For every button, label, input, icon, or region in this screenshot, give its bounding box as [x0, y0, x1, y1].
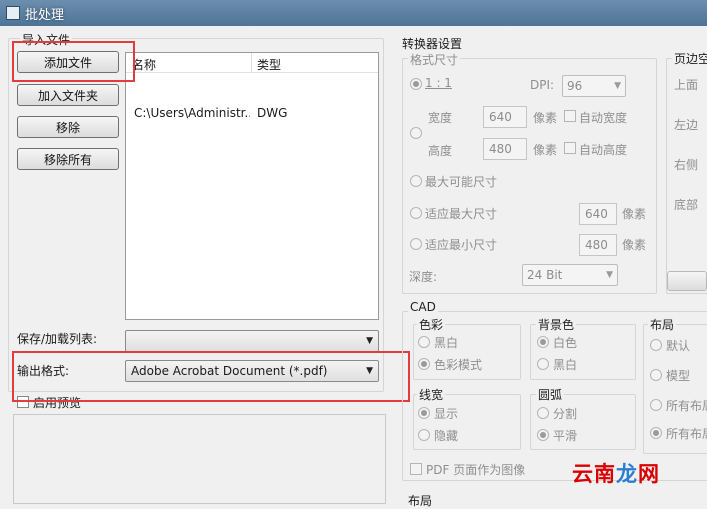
file-list-header: 名称 类型 [126, 53, 378, 73]
margin-left-label: 左边 [674, 118, 699, 132]
color-bw-label: 黑白 [434, 336, 459, 350]
color-bw-radio[interactable] [418, 336, 430, 348]
custom-size-radio[interactable] [410, 127, 422, 139]
dpi-value: 96 [567, 79, 583, 93]
preview-pane [13, 414, 386, 504]
layout-all-radio[interactable] [650, 399, 662, 411]
watermark-text-c: 网 [638, 462, 660, 486]
cad-label: CAD [408, 300, 438, 314]
width-input[interactable]: 640 [483, 106, 527, 128]
margin-bottom-label: 底部 [674, 198, 699, 212]
line-width-hide-label: 隐藏 [434, 429, 459, 443]
save-load-list-label: 保存/加载列表: [17, 332, 98, 346]
fit-min-radio[interactable] [410, 238, 422, 250]
remove-all-button[interactable]: 移除所有 [17, 148, 119, 170]
auto-width-checkbox[interactable] [564, 110, 576, 122]
layout-label: 布局 [648, 316, 677, 333]
depth-label: 深度: [409, 270, 438, 284]
layout-default-radio[interactable] [650, 339, 662, 351]
chevron-down-icon: ▼ [606, 270, 613, 280]
layout-all-label: 所有布局 [666, 399, 707, 413]
fit-max-unit: 像素 [622, 207, 647, 221]
height-input[interactable]: 480 [483, 138, 527, 160]
dpi-label: DPI: [530, 78, 555, 92]
margins-button[interactable] [667, 271, 707, 291]
color-mode-label: 色彩模式 [434, 358, 483, 372]
margins-group [666, 58, 707, 294]
depth-value: 24 Bit [527, 268, 563, 282]
format-size-label: 格式尺寸 [408, 51, 461, 68]
margin-top-label: 上面 [674, 78, 699, 92]
layout-default-label: 默认 [666, 339, 691, 353]
dpi-dropdown[interactable]: 96 ▼ [562, 75, 626, 97]
width-unit: 像素 [533, 111, 558, 125]
arc-smooth-radio[interactable] [537, 429, 549, 441]
ratio-label: 1 : 1 [425, 76, 452, 90]
arc-label: 圆弧 [536, 386, 565, 403]
file-name-cell: C:\Users\Administr... [134, 106, 250, 120]
background-label: 背景色 [536, 316, 577, 333]
file-type-cell: DWG [257, 106, 288, 120]
background-bw-label: 黑白 [553, 358, 578, 372]
save-load-list-dropdown[interactable]: ▼ [125, 330, 379, 352]
height-label: 高度 [428, 144, 453, 158]
converter-settings-title: 转换器设置 [402, 37, 463, 51]
arc-smooth-label: 平滑 [553, 429, 578, 443]
highlight-box [12, 351, 410, 402]
add-folder-button[interactable]: 加入文件夹 [17, 84, 119, 106]
auto-height-label: 自动高度 [579, 143, 628, 157]
background-white-radio[interactable] [537, 336, 549, 348]
watermark-text-b: 龙 [616, 462, 638, 486]
max-possible-label: 最大可能尺寸 [425, 175, 498, 189]
max-possible-radio[interactable] [410, 175, 422, 187]
width-label: 宽度 [428, 111, 453, 125]
highlight-box [12, 41, 135, 82]
watermark-logo: 云南龙网 [572, 458, 660, 488]
app-icon [6, 6, 20, 20]
auto-height-checkbox[interactable] [564, 142, 576, 154]
chevron-down-icon: ▼ [614, 81, 621, 91]
chevron-down-icon: ▼ [366, 336, 373, 346]
layout-all-2-radio[interactable] [650, 427, 662, 439]
color-mode-radio[interactable] [418, 358, 430, 370]
fit-max-input[interactable]: 640 [579, 203, 617, 225]
auto-width-label: 自动宽度 [579, 111, 628, 125]
line-width-show-radio[interactable] [418, 407, 430, 419]
layout-all-2-label: 所有布局 [666, 427, 707, 441]
pdf-as-image-checkbox[interactable] [410, 463, 422, 475]
pdf-as-image-label: PDF 页面作为图像 [426, 463, 526, 477]
fit-max-radio[interactable] [410, 207, 422, 219]
depth-dropdown[interactable]: 24 Bit ▼ [522, 264, 618, 286]
layout-model-label: 模型 [666, 369, 691, 383]
line-width-label: 线宽 [417, 386, 446, 403]
table-row[interactable]: C:\Users\Administr... DWG [126, 105, 378, 123]
arc-split-label: 分割 [553, 407, 578, 421]
fit-min-unit: 像素 [622, 238, 647, 252]
column-type[interactable]: 类型 [257, 56, 281, 73]
remove-button[interactable]: 移除 [17, 116, 119, 138]
layout-section-label: 布局 [408, 494, 433, 508]
height-unit: 像素 [533, 143, 558, 157]
watermark-text-a: 云南 [572, 462, 616, 486]
layout-model-radio[interactable] [650, 369, 662, 381]
margin-right-label: 右侧 [674, 158, 699, 172]
fit-max-label: 适应最大尺寸 [425, 207, 498, 221]
file-list[interactable]: 名称 类型 C:\Users\Administr... DWG [125, 52, 379, 320]
ratio-radio[interactable] [410, 78, 422, 90]
window-title: 批处理 [25, 8, 65, 23]
background-bw-radio[interactable] [537, 358, 549, 370]
background-white-label: 白色 [553, 336, 578, 350]
title-bar: 批处理 [0, 0, 707, 26]
line-width-hide-radio[interactable] [418, 429, 430, 441]
fit-min-input[interactable]: 480 [579, 234, 617, 256]
client-area: 导入文件 添加文件 加入文件夹 移除 移除所有 名称 类型 C:\Users\A… [0, 26, 707, 508]
line-width-show-label: 显示 [434, 407, 459, 421]
column-divider [251, 53, 252, 73]
fit-min-label: 适应最小尺寸 [425, 238, 498, 252]
arc-split-radio[interactable] [537, 407, 549, 419]
column-name[interactable]: 名称 [132, 56, 156, 73]
margins-label: 页边空 [672, 50, 707, 67]
color-label: 色彩 [417, 316, 446, 333]
